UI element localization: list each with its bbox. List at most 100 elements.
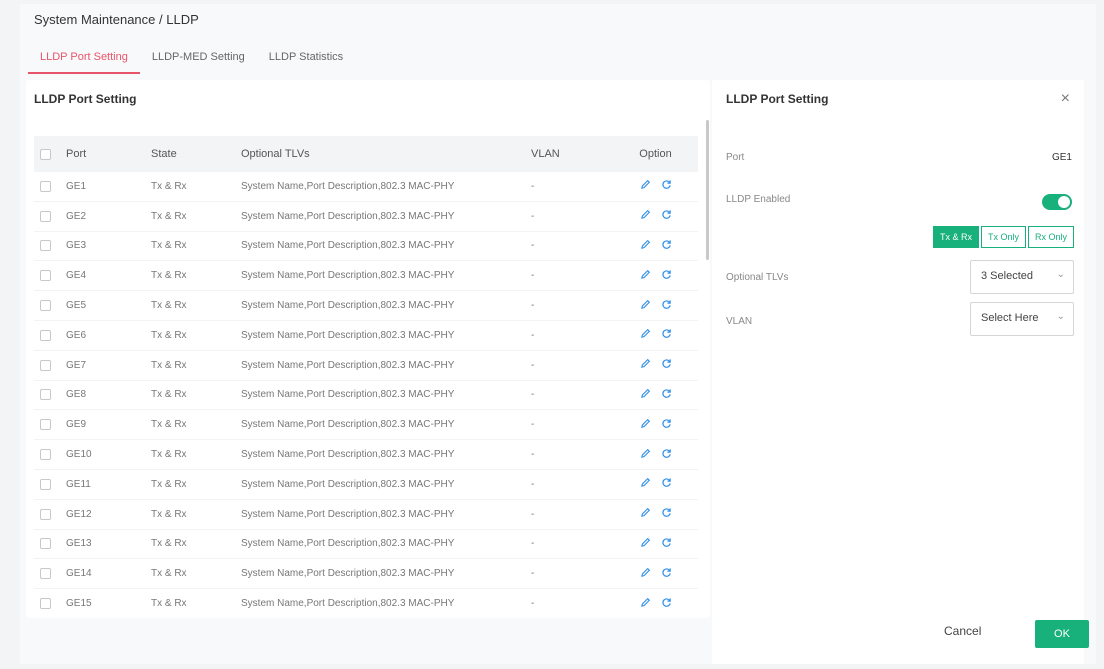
table-row: GE7 Tx & Rx System Name,Port Description,8…	[34, 351, 698, 381]
pencil-icon[interactable]	[640, 418, 651, 429]
breadcrumb: System Maintenance / LLDP	[34, 12, 199, 27]
tab-lldp-statistics[interactable]: LLDP Statistics	[257, 42, 355, 74]
row-checkbox[interactable]	[40, 270, 51, 282]
tlvs-cell: System Name,Port Description,802.3 MAC-P…	[241, 329, 455, 341]
pencil-icon[interactable]	[640, 537, 651, 548]
pencil-icon[interactable]	[640, 388, 651, 399]
tlvs-cell: System Name,Port Description,802.3 MAC-P…	[241, 478, 455, 490]
port-cell: GE3	[66, 240, 87, 252]
vlan-cell: -	[531, 568, 535, 580]
row-checkbox[interactable]	[40, 419, 51, 431]
refresh-icon[interactable]	[661, 477, 672, 488]
row-checkbox[interactable]	[40, 359, 51, 371]
port-cell: GE9	[66, 419, 87, 431]
mode-tx-only-button[interactable]: Tx Only	[980, 226, 1026, 248]
vlan-cell: -	[531, 329, 535, 341]
row-checkbox[interactable]	[40, 389, 51, 401]
pencil-icon[interactable]	[640, 448, 651, 459]
tlvs-cell: System Name,Port Description,802.3 MAC-P…	[241, 180, 455, 192]
vlan-label: VLAN	[726, 316, 753, 327]
tlvs-cell: System Name,Port Description,802.3 MAC-P…	[241, 210, 455, 222]
table-row: GE13 Tx & Rx System Name,Port Description,…	[34, 530, 698, 560]
column-header-option: Option	[639, 148, 672, 160]
vlan-cell: -	[531, 449, 535, 461]
state-cell: Tx & Rx	[151, 389, 187, 401]
refresh-icon[interactable]	[661, 507, 672, 518]
row-checkbox[interactable]	[40, 449, 51, 460]
state-cell: Tx & Rx	[151, 329, 187, 341]
refresh-icon[interactable]	[661, 448, 672, 459]
pencil-icon[interactable]	[640, 179, 651, 190]
refresh-icon[interactable]	[661, 388, 672, 399]
select-all-checkbox[interactable]	[40, 148, 51, 160]
port-cell: GE2	[66, 210, 87, 222]
ok-button[interactable]: OK	[1035, 620, 1089, 648]
column-header-state[interactable]: State	[151, 148, 241, 160]
pencil-icon[interactable]	[640, 239, 651, 250]
row-checkbox[interactable]	[40, 329, 51, 341]
row-checkbox[interactable]	[40, 538, 51, 550]
row-checkbox[interactable]	[40, 508, 51, 520]
column-header-port[interactable]: Port	[66, 148, 151, 160]
close-icon[interactable]: ×	[1061, 90, 1070, 108]
vlan-cell: -	[531, 598, 535, 610]
pencil-icon[interactable]	[640, 597, 651, 608]
table-row: GE2 Tx & Rx System Name,Port Description,8…	[34, 202, 698, 232]
refresh-icon[interactable]	[661, 209, 672, 220]
state-cell: Tx & Rx	[151, 568, 187, 580]
tlvs-cell: System Name,Port Description,802.3 MAC-P…	[241, 449, 455, 461]
cancel-button[interactable]: Cancel	[944, 624, 981, 638]
pencil-icon[interactable]	[640, 358, 651, 369]
refresh-icon[interactable]	[661, 328, 672, 339]
row-checkbox[interactable]	[40, 597, 51, 609]
row-checkbox[interactable]	[40, 240, 51, 252]
state-cell: Tx & Rx	[151, 478, 187, 490]
pencil-icon[interactable]	[640, 209, 651, 220]
vlan-select[interactable]: Select Here ⌄	[970, 302, 1074, 336]
tab-lldp-med-setting[interactable]: LLDP-MED Setting	[140, 42, 257, 74]
refresh-icon[interactable]	[661, 597, 672, 608]
vlan-cell: -	[531, 538, 535, 550]
pencil-icon[interactable]	[640, 477, 651, 488]
state-cell: Tx & Rx	[151, 270, 187, 282]
pencil-icon[interactable]	[640, 567, 651, 578]
refresh-icon[interactable]	[661, 179, 672, 190]
vlan-placeholder: Select Here	[981, 312, 1039, 324]
port-cell: GE13	[66, 538, 92, 550]
refresh-icon[interactable]	[661, 299, 672, 310]
table-row: GE14 Tx & Rx System Name,Port Description,…	[34, 559, 698, 590]
tlvs-cell: System Name,Port Description,802.3 MAC-P…	[241, 568, 455, 580]
pencil-icon[interactable]	[640, 269, 651, 280]
mode-rx-only-button[interactable]: Rx Only	[1027, 226, 1074, 248]
pencil-icon[interactable]	[640, 507, 651, 518]
refresh-icon[interactable]	[661, 239, 672, 250]
lldp-enabled-toggle[interactable]	[1042, 194, 1072, 210]
table-body: GE1 Tx & Rx System Name,Port Description,8…	[34, 172, 698, 618]
port-table: Port State Optional TLVs VLAN Option GE1…	[34, 136, 698, 618]
pencil-icon[interactable]	[640, 299, 651, 310]
vlan-cell: -	[531, 300, 535, 312]
row-checkbox[interactable]	[40, 300, 51, 312]
row-checkbox[interactable]	[40, 568, 51, 580]
row-checkbox[interactable]	[40, 210, 51, 222]
table-row: GE6 Tx & Rx System Name,Port Description,8…	[34, 321, 698, 351]
column-header-tlvs[interactable]: Optional TLVs	[241, 148, 531, 160]
refresh-icon[interactable]	[661, 358, 672, 369]
refresh-icon[interactable]	[661, 567, 672, 578]
scrollbar[interactable]	[706, 120, 709, 260]
edit-drawer: LLDP Port Setting × Port GE1 LLDP Enable…	[712, 80, 1089, 664]
refresh-icon[interactable]	[661, 418, 672, 429]
pencil-icon[interactable]	[640, 328, 651, 339]
table-row: GE3 Tx & Rx System Name,Port Description,8…	[34, 232, 698, 262]
refresh-icon[interactable]	[661, 269, 672, 280]
optional-tlvs-select[interactable]: 3 Selected ⌄	[970, 260, 1074, 294]
mode-tx-rx-button[interactable]: Tx & Rx	[932, 226, 979, 248]
tlvs-cell: System Name,Port Description,802.3 MAC-P…	[241, 300, 455, 312]
port-cell: GE7	[66, 359, 87, 371]
refresh-icon[interactable]	[661, 537, 672, 548]
row-checkbox[interactable]	[40, 180, 51, 192]
tab-lldp-port-setting[interactable]: LLDP Port Setting	[28, 42, 140, 74]
row-checkbox[interactable]	[40, 478, 51, 490]
optional-tlvs-label: Optional TLVs	[726, 272, 789, 283]
table-row: GE10 Tx & Rx System Name,Port Description,…	[34, 440, 698, 470]
